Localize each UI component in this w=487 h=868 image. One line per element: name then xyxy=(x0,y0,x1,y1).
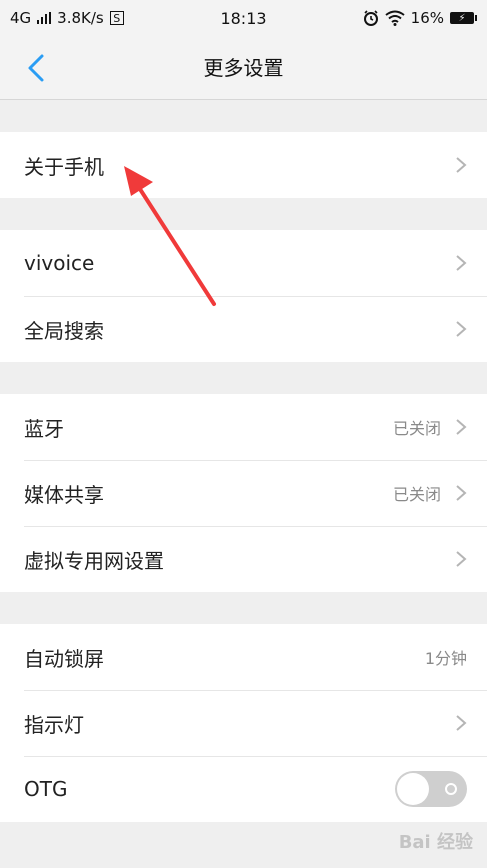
chevron-right-icon xyxy=(456,551,467,567)
wifi-icon xyxy=(385,10,405,26)
item-value: 已关闭 xyxy=(392,419,441,438)
sim-icon: S xyxy=(109,11,124,25)
toggle-knob xyxy=(397,773,429,805)
otg-toggle[interactable] xyxy=(395,771,467,807)
item-label: 蓝牙 xyxy=(24,416,64,441)
chevron-right-icon xyxy=(456,255,467,271)
page-title: 更多设置 xyxy=(203,56,284,80)
chevron-right-icon xyxy=(456,715,467,731)
chevron-right-icon xyxy=(456,485,467,501)
item-label: 指示灯 xyxy=(24,712,84,737)
item-label: OTG xyxy=(24,777,68,801)
indicator-light-item[interactable]: 指示灯 xyxy=(0,690,487,756)
vpn-settings-item[interactable]: 虚拟专用网设置 xyxy=(0,526,487,592)
item-value: 1分钟 xyxy=(424,649,467,668)
settings-group-device: 自动锁屏 1分钟 指示灯 OTG xyxy=(0,624,487,822)
item-label: 虚拟专用网设置 xyxy=(24,548,164,573)
about-phone-item[interactable]: 关于手机 xyxy=(0,132,487,198)
chevron-right-icon xyxy=(456,157,467,173)
status-bar: 4G 3.8K/s S 18:13 16% ⚡ xyxy=(0,0,487,36)
network-speed: 3.8K/s xyxy=(57,9,104,27)
watermark: Bai 经验 xyxy=(398,832,473,853)
media-sharing-item[interactable]: 媒体共享 已关闭 xyxy=(0,460,487,526)
settings-group-voice: vivoice 全局搜索 xyxy=(0,230,487,362)
toggle-off-ring-icon xyxy=(445,783,457,795)
settings-group-connectivity: 蓝牙 已关闭 媒体共享 已关闭 虚拟专用网设置 xyxy=(0,394,487,592)
status-left: 4G 3.8K/s S xyxy=(10,9,124,27)
item-value: 已关闭 xyxy=(392,485,441,504)
item-label: 媒体共享 xyxy=(24,482,104,507)
settings-group-about: 关于手机 xyxy=(0,132,487,198)
alarm-icon xyxy=(363,10,378,26)
network-type: 4G xyxy=(10,9,32,27)
status-right: 16% ⚡ xyxy=(363,9,477,27)
bluetooth-item[interactable]: 蓝牙 已关闭 xyxy=(0,394,487,460)
battery-percent: 16% xyxy=(410,9,444,27)
item-label: 全局搜索 xyxy=(24,318,104,343)
global-search-item[interactable]: 全局搜索 xyxy=(0,296,487,362)
auto-lock-item[interactable]: 自动锁屏 1分钟 xyxy=(0,624,487,690)
otg-item: OTG xyxy=(0,756,487,822)
battery-icon: ⚡ xyxy=(450,12,477,24)
navigation-bar: 更多设置 xyxy=(0,36,487,100)
chevron-right-icon xyxy=(456,321,467,337)
item-label: 自动锁屏 xyxy=(24,646,104,671)
item-label: 关于手机 xyxy=(24,154,104,179)
item-label: vivoice xyxy=(24,251,95,275)
vivoice-item[interactable]: vivoice xyxy=(0,230,487,296)
signal-icon xyxy=(37,12,52,24)
chevron-right-icon xyxy=(456,419,467,435)
